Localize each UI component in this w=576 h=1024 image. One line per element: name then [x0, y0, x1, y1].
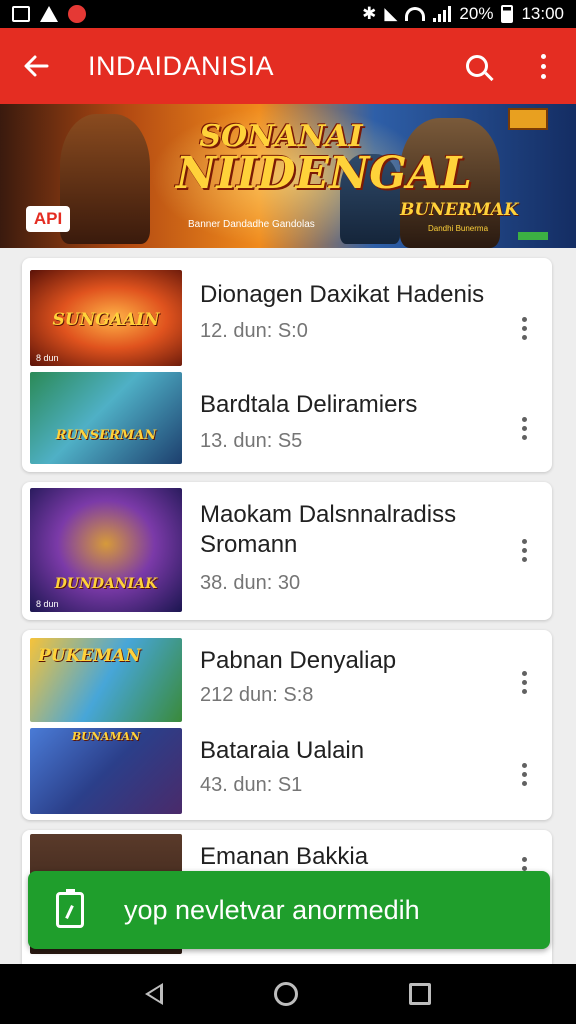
api-badge: API [26, 206, 70, 232]
thumbnail-title: BUNAMAN [71, 730, 141, 743]
bluetooth-icon: ✱ [362, 4, 377, 23]
snackbar[interactable]: yop nevletvar anormedih [28, 871, 550, 949]
item-title: Pabnan Denyaliap [200, 647, 397, 674]
back-button[interactable] [0, 28, 72, 104]
item-title: Emanan Bakkia [200, 843, 369, 870]
item-title: Maokam Dalsnnalradiss Sromann [200, 501, 457, 558]
video-thumbnail[interactable]: DUNDANIAK 8 dun [30, 488, 182, 612]
arrow-back-icon [24, 55, 49, 77]
system-nav-bar [0, 964, 576, 1024]
thumbnail-tag: 8 dun [36, 599, 59, 609]
nav-recents-icon[interactable] [408, 983, 431, 1005]
item-meta: 212 dun: S:8 [200, 684, 314, 706]
list-item[interactable]: SUNGAAIN 8 dun Dionagen Daxikat Hadenis … [22, 258, 552, 370]
app-bar: INDAIDANISIA [0, 28, 576, 104]
search-icon [466, 55, 488, 77]
item-meta: 43. dun: S1 [200, 774, 303, 796]
item-meta: 38. dun: 30 [200, 572, 301, 594]
banner-logo-sub: Dandhi Bunerma [428, 224, 489, 233]
banner-logo: BUNERMAK [400, 200, 519, 220]
gallery-icon [12, 6, 30, 22]
more-vertical-icon [540, 53, 546, 79]
banner-caption: Banner Dandadhe Gandolas [188, 219, 315, 230]
video-thumbnail[interactable]: RUNSERMAN [30, 372, 182, 464]
list-item[interactable]: DUNDANIAK 8 dun Maokam Dalsnnalradiss Sr… [22, 482, 552, 620]
banner-title-line2: NIIDENGAL [176, 148, 472, 199]
thumbnail-title: DUNDANIAK [54, 576, 158, 592]
battery-icon [56, 889, 84, 928]
thumbnail-title: PUKEMAN [38, 646, 141, 666]
list-card: PUKEMAN Pabnan Denyaliap 212 dun: S:8 BU… [22, 630, 552, 820]
thumbnail-tag: 8 dun [36, 353, 59, 363]
clock: 13:00 [521, 4, 564, 23]
item-more-button[interactable] [512, 530, 536, 570]
search-button[interactable] [444, 28, 510, 104]
overflow-menu-button[interactable] [510, 28, 576, 104]
screen: ✱ ◣ 20% 13:00 INDAIDANISIA SONANAI NIIDE… [0, 0, 576, 1024]
item-meta: 13. dun: S5 [200, 430, 303, 452]
list-item[interactable]: RUNSERMAN Bardtala Deliramiers 13. dun: … [22, 370, 552, 472]
item-title: Bardtala Deliramiers [200, 391, 418, 418]
wifi-icon [405, 7, 426, 21]
thumbnail-title: SUNGAAIN [52, 310, 160, 330]
item-title: Dionagen Daxikat Hadenis [200, 281, 485, 308]
list-card: SUNGAAIN 8 dun Dionagen Daxikat Hadenis … [22, 258, 552, 472]
signal-icon [433, 6, 452, 22]
thumbnail-title: RUNSERMAN [55, 428, 157, 443]
item-more-button[interactable] [512, 308, 536, 348]
mute-icon: ◣ [384, 4, 398, 23]
record-icon [68, 5, 86, 23]
status-bar: ✱ ◣ 20% 13:00 [0, 0, 576, 28]
hero-figure-left [60, 114, 150, 244]
banner-title: SONANAI NIIDENGAL [176, 122, 472, 199]
item-title: Bataraia Ualain [200, 737, 365, 764]
app-title: INDAIDANISIA [88, 50, 275, 81]
nav-home-icon[interactable] [273, 982, 298, 1006]
video-list: SUNGAAIN 8 dun Dionagen Daxikat Hadenis … [0, 248, 576, 964]
list-item[interactable]: BUNAMAN Bataraia Ualain 43. dun: S1 [22, 726, 552, 820]
item-meta: 12. dun: S:0 [200, 320, 308, 342]
video-thumbnail[interactable]: PUKEMAN [30, 638, 182, 722]
video-thumbnail[interactable]: BUNAMAN [30, 728, 182, 814]
nav-back-icon[interactable] [145, 983, 164, 1005]
item-more-button[interactable] [512, 662, 536, 702]
list-item[interactable]: PUKEMAN Pabnan Denyaliap 212 dun: S:8 [22, 630, 552, 726]
banner-corner-badge [508, 108, 548, 130]
battery-percent: 20% [459, 4, 494, 23]
video-thumbnail[interactable]: SUNGAAIN 8 dun [30, 270, 182, 366]
recycle-icon [40, 6, 58, 22]
hero-banner[interactable]: SONANAI NIIDENGAL Banner Dandadhe Gandol… [0, 104, 576, 248]
item-more-button[interactable] [512, 754, 536, 794]
banner-indicator [518, 232, 548, 240]
list-card: DUNDANIAK 8 dun Maokam Dalsnnalradiss Sr… [22, 482, 552, 620]
battery-icon [501, 5, 514, 23]
item-more-button[interactable] [512, 408, 536, 448]
snackbar-message: yop nevletvar anormedih [124, 894, 420, 925]
